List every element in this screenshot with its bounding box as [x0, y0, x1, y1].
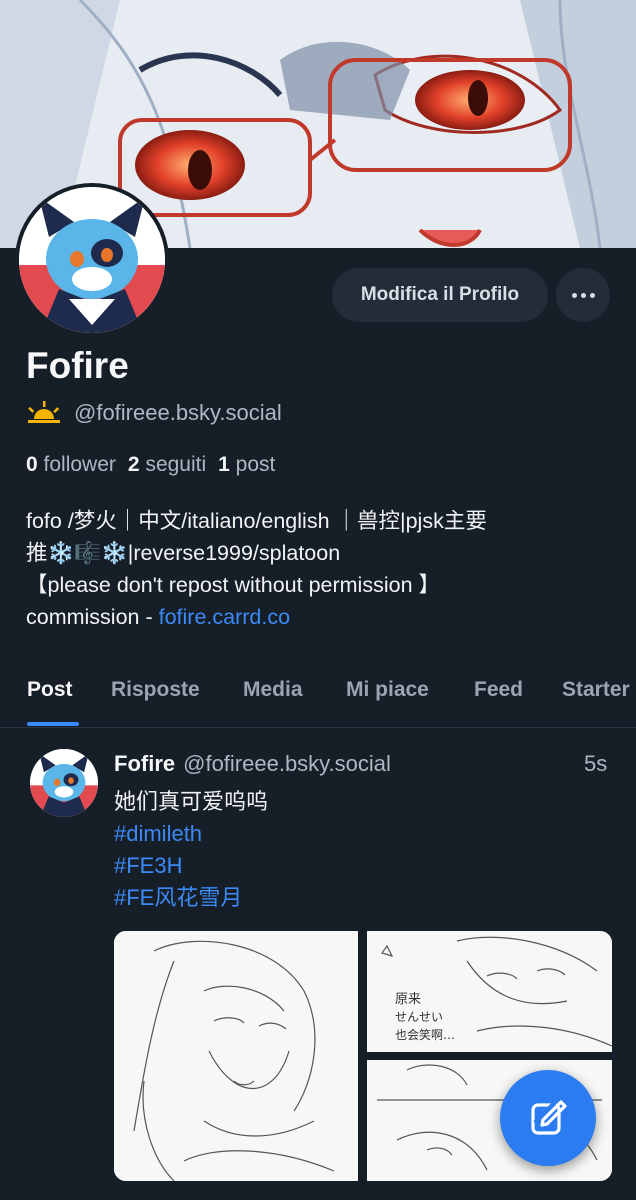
edit-profile-button[interactable]: Modifica il Profilo — [332, 268, 548, 322]
post-body: 她们真可爱呜呜 #dimileth #FE3H #FE风花雪月 — [114, 786, 268, 914]
following-stat[interactable]: 2 seguiti — [128, 453, 206, 477]
tab-mi-piace[interactable]: Mi piace — [346, 678, 429, 702]
avatar-image — [19, 187, 165, 333]
tab-starter[interactable]: Starter — [562, 678, 630, 702]
hashtag-link[interactable]: #dimileth — [114, 818, 268, 850]
sketch-image — [114, 931, 358, 1181]
sketch-caption: 也会笑啊… — [395, 1027, 455, 1042]
bio-line: commission - fofire.carrd.co — [26, 601, 626, 633]
compose-post-button[interactable] — [500, 1070, 596, 1166]
post-image[interactable] — [114, 931, 358, 1181]
posts-label: post — [235, 453, 276, 476]
tab-risposte[interactable]: Risposte — [111, 678, 200, 702]
post-image[interactable]: 原来 せんせい 也会笑啊… — [367, 931, 612, 1052]
bio-line: 【please don't repost without permission … — [26, 573, 441, 597]
profile-avatar[interactable] — [15, 183, 169, 337]
compose-icon — [531, 1100, 567, 1135]
hashtag-link[interactable]: #FE3H — [114, 850, 268, 882]
more-options-button[interactable] — [556, 268, 610, 322]
followers-count: 0 — [26, 453, 38, 476]
handle-row: @fofireee.bsky.social — [26, 400, 282, 426]
commission-link[interactable]: fofire.carrd.co — [159, 605, 290, 629]
posts-stat: 1 post — [218, 453, 275, 477]
display-name: Fofire — [26, 345, 129, 386]
following-label: seguiti — [145, 453, 207, 476]
post-author-avatar[interactable] — [30, 749, 98, 817]
tab-media[interactable]: Media — [243, 678, 303, 702]
profile-screen: Modifica il Profilo Fofire @fofireee.bsk… — [0, 0, 636, 1200]
hashtag-link[interactable]: #FE风花雪月 — [114, 882, 268, 914]
sketch-image: 原来 せんせい 也会笑啊… — [367, 931, 612, 1052]
sketch-caption: 原来 — [395, 992, 421, 1007]
following-count: 2 — [127, 453, 140, 476]
more-icon — [571, 292, 595, 298]
profile-stats: 0 follower 2 seguiti 1 post — [26, 453, 275, 477]
post-text: 她们真可爱呜呜 — [114, 789, 269, 814]
posts-count: 1 — [218, 453, 230, 476]
post-timestamp[interactable]: 5s — [584, 751, 607, 777]
post-author-handle[interactable]: @fofireee.bsky.social — [183, 751, 391, 777]
tab-post[interactable]: Post — [27, 678, 73, 702]
active-tab-indicator — [27, 722, 79, 726]
bio-line: fofo /梦火｜中文/italiano/english ｜兽控|pjsk主要 — [26, 509, 487, 533]
profile-tabs: Post Risposte Media Mi piace Feed Starte… — [0, 672, 636, 728]
post-avatar-image — [30, 749, 98, 817]
followers-stat[interactable]: 0 follower — [26, 453, 116, 477]
sketch-caption: せんせい — [395, 1010, 443, 1024]
sunrise-icon — [28, 401, 60, 423]
post-header: Fofire @fofireee.bsky.social — [114, 751, 391, 777]
post-author-name[interactable]: Fofire — [114, 751, 175, 777]
bio-commission-label: commission - — [26, 605, 159, 629]
profile-bio: fofo /梦火｜中文/italiano/english ｜兽控|pjsk主要 … — [26, 505, 626, 633]
profile-handle[interactable]: @fofireee.bsky.social — [74, 400, 282, 426]
followers-label: follower — [43, 453, 116, 476]
bio-line: 推❄️🎼❄️|reverse1999/splatoon — [26, 541, 341, 565]
tab-feed[interactable]: Feed — [474, 678, 523, 702]
